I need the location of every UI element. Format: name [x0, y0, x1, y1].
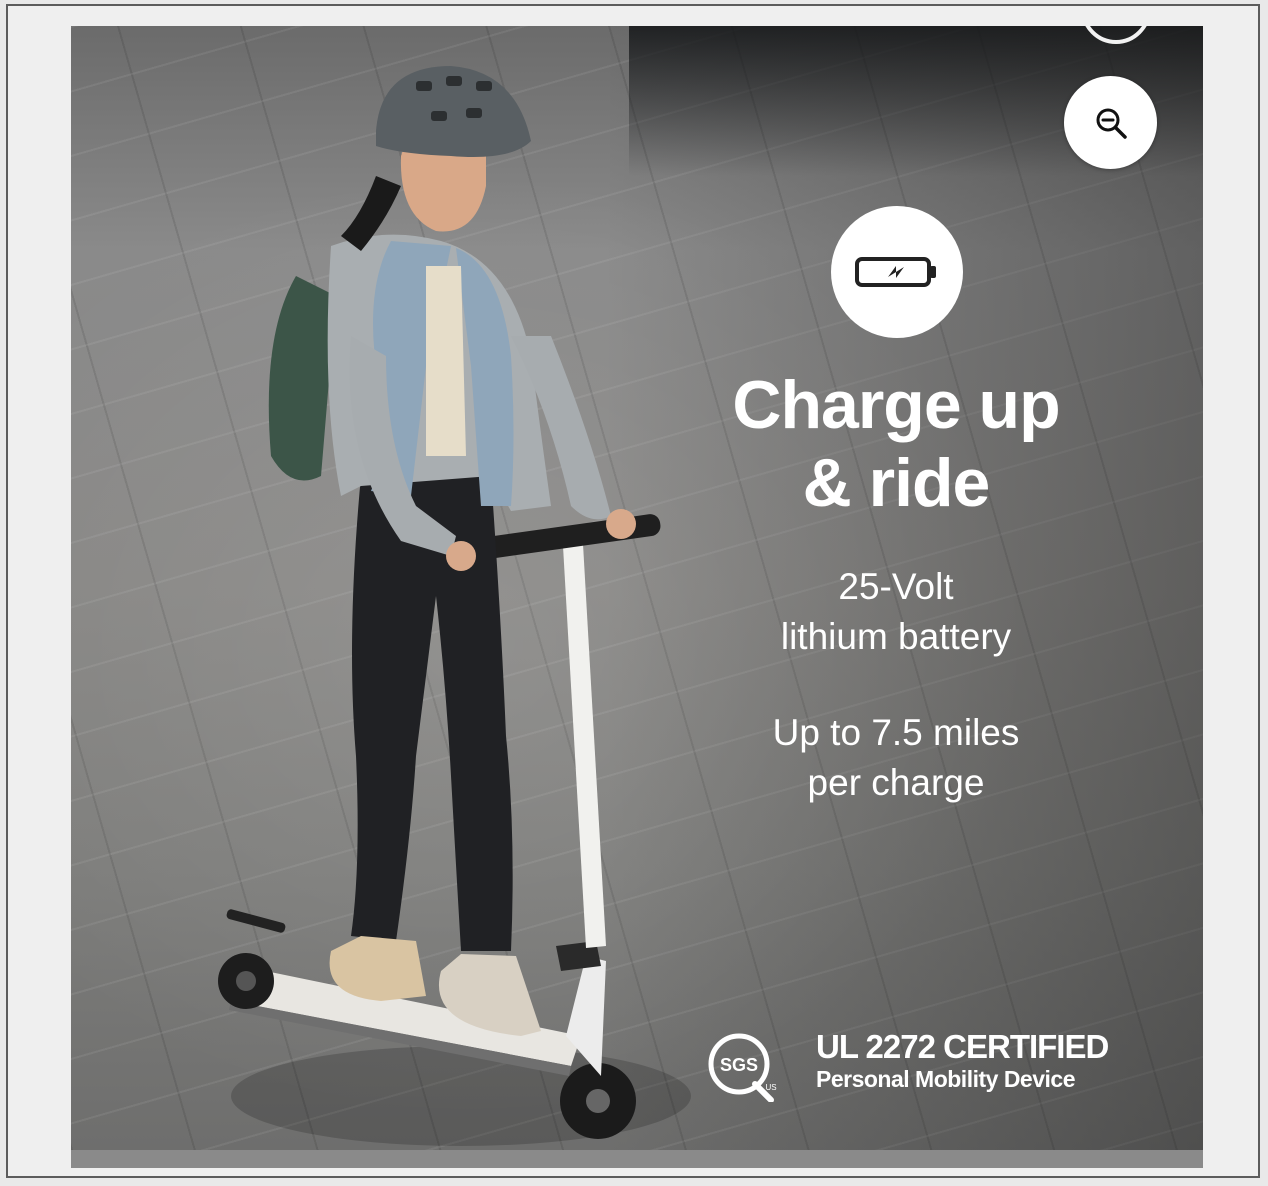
zoom-out-button[interactable] — [1064, 76, 1157, 169]
battery-spec-line-2: lithium battery — [780, 616, 1012, 657]
certification-title: UL 2272 CERTIFIED — [816, 1028, 1109, 1065]
sgs-logo-text: SGS — [720, 1055, 758, 1075]
range-spec-line-1: Up to 7.5 miles — [772, 712, 1020, 753]
range-spec: Up to 7.5 miles per charge — [671, 708, 1121, 808]
photo-bottom-bar — [71, 1150, 1203, 1168]
battery-badge — [831, 206, 963, 338]
zoom-out-icon — [1096, 108, 1127, 139]
certification-badge: SGS US UL 2272 CERTIFIED Personal Mobili… — [701, 1026, 1109, 1111]
battery-charging-icon — [855, 257, 936, 287]
headline-line-2: & ride — [802, 445, 991, 521]
headline-line-1: Charge up — [732, 367, 1060, 443]
battery-spec-line-1: 25-Volt — [838, 566, 954, 607]
product-photo: Charge up & ride 25-Volt lithium battery… — [71, 26, 1203, 1150]
range-spec-line-2: per charge — [807, 762, 985, 803]
headline: Charge up & ride — [671, 366, 1121, 522]
sgs-region-text: US — [765, 1083, 776, 1092]
battery-spec: 25-Volt lithium battery — [671, 562, 1121, 662]
sgs-logo-icon: SGS US — [708, 1033, 777, 1102]
certification-subtitle: Personal Mobility Device — [816, 1066, 1075, 1092]
